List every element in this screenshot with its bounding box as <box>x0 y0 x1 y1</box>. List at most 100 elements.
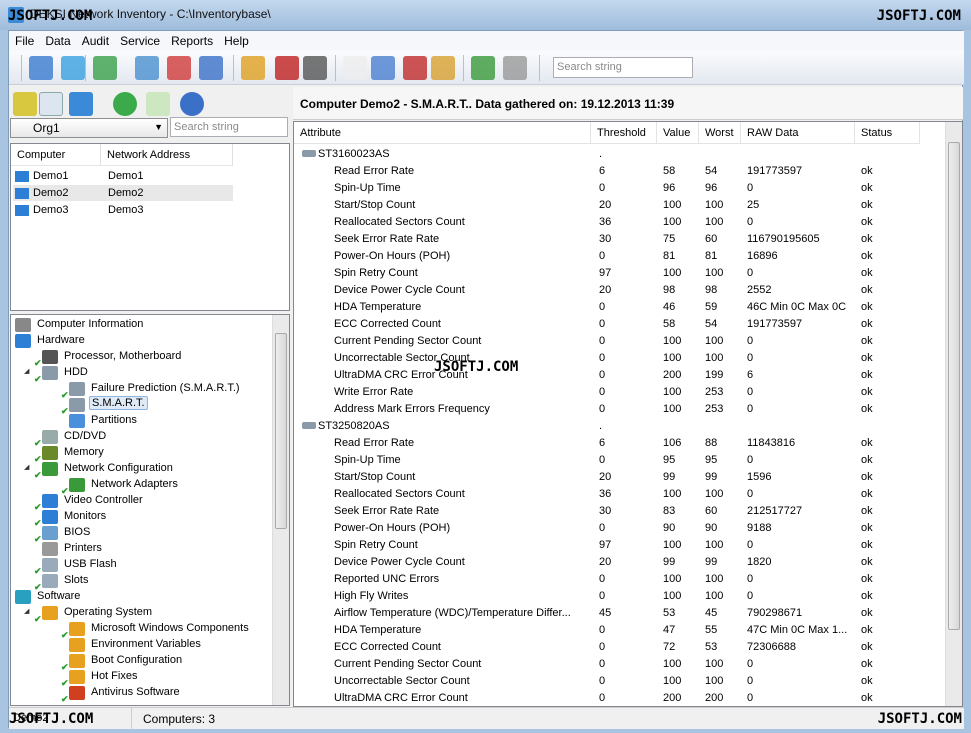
table-row[interactable]: Write Error Rate 0 100 253 0 ok <box>294 384 934 401</box>
expand-arrow-icon[interactable]: ◢ <box>24 367 29 375</box>
table-row[interactable]: Reallocated Sectors Count 36 100 100 0 ok <box>294 214 934 231</box>
table-row[interactable]: Reported UNC Errors 0 100 100 0 ok <box>294 571 934 588</box>
cell-attribute: Start/Stop Count <box>334 471 416 483</box>
scrollbar-thumb[interactable] <box>275 333 287 529</box>
table-row[interactable]: Current Pending Sector Count 0 100 100 0 ok <box>294 333 934 350</box>
table-row[interactable]: Read Error Rate 6 58 54 191773597 ok <box>294 163 934 180</box>
table-row[interactable]: Read Error Rate 6 106 88 11843816 ok <box>294 435 934 452</box>
tree-view-icon[interactable] <box>13 92 37 116</box>
table-row[interactable]: ECC Corrected Count 0 72 53 72306688 ok <box>294 639 934 656</box>
scrollbar-thumb[interactable] <box>948 142 960 630</box>
computer-row[interactable]: Demo3 Demo3 <box>13 202 233 218</box>
help-icon[interactable] <box>180 92 204 116</box>
menu-service[interactable]: Service <box>114 31 165 48</box>
computer-menu-icon[interactable] <box>69 92 93 116</box>
table-row[interactable]: UltraDMA CRC Error Count 0 200 200 0 ok <box>294 690 934 706</box>
disk-group-row[interactable]: ST3160023AS. <box>294 146 934 163</box>
computer-search-input[interactable]: Search string <box>170 117 288 137</box>
report-icon[interactable] <box>431 56 455 80</box>
computer-row[interactable]: Demo1 Demo1 <box>13 168 233 184</box>
computer-row[interactable]: Demo2 Demo2 <box>13 185 233 201</box>
cell-worst: 100 <box>705 675 724 687</box>
watermark: JSOFTJ.COM <box>8 8 93 24</box>
column-header-threshold[interactable]: Threshold <box>591 122 657 144</box>
table-row[interactable]: HDA Temperature 0 46 59 46C Min 0C Max 0C ok <box>294 299 934 316</box>
table-row[interactable]: Device Power Cycle Count 20 98 98 2552 ok <box>294 282 934 299</box>
cell-status: ok <box>861 250 873 262</box>
column-header-raw-data[interactable]: RAW Data <box>741 122 855 144</box>
check-icon: ✔ <box>34 502 42 512</box>
delete-computer-icon[interactable] <box>167 56 191 80</box>
table-row[interactable]: Current Pending Sector Count 0 100 100 0 ok <box>294 656 934 673</box>
cell-worst: 53 <box>705 641 718 653</box>
edit-computer-icon[interactable] <box>135 56 159 80</box>
cell-status: ok <box>861 675 873 687</box>
table-row[interactable]: UltraDMA CRC Error Count 0 200 199 6 ok <box>294 367 934 384</box>
tree-scrollbar[interactable] <box>272 315 289 705</box>
menu-file[interactable]: File <box>9 31 39 48</box>
table-row[interactable]: HDA Temperature 0 47 55 47C Min 0C Max 1... o… <box>294 622 934 639</box>
table-row[interactable]: Power-On Hours (POH) 0 81 81 16896 ok <box>294 248 934 265</box>
table-row[interactable]: Reallocated Sectors Count 36 100 100 0 ok <box>294 486 934 503</box>
settings-icon[interactable] <box>503 56 527 80</box>
column-header-value[interactable]: Value <box>657 122 699 144</box>
tree-item-label: Software <box>37 590 81 602</box>
binoculars-icon[interactable] <box>303 56 327 80</box>
table-row[interactable]: Uncorrectable Sector Count 0 100 100 0 ok <box>294 350 934 367</box>
list-view-icon[interactable] <box>39 92 63 116</box>
import-icon[interactable] <box>29 56 53 80</box>
grid-scrollbar[interactable] <box>945 122 962 706</box>
table-icon[interactable] <box>371 56 395 80</box>
table-row[interactable]: Start/Stop Count 20 99 99 1596 ok <box>294 469 934 486</box>
refresh-icon[interactable] <box>61 56 85 80</box>
users-icon[interactable] <box>471 56 495 80</box>
export-icon[interactable] <box>146 92 170 116</box>
column-header-attribute[interactable]: Attribute <box>294 122 591 144</box>
table-row[interactable]: Seek Error Rate Rate 30 75 60 116790195605 ok <box>294 231 934 248</box>
check-icon: ✔ <box>34 438 42 448</box>
table-row[interactable]: Spin-Up Time 0 95 95 0 ok <box>294 452 934 469</box>
save-icon[interactable] <box>241 56 265 80</box>
add-computer-icon[interactable] <box>93 56 117 80</box>
menu-audit[interactable]: Audit <box>76 31 114 48</box>
organization-select[interactable]: Org1 ▼ <box>10 118 168 138</box>
column-header-status[interactable]: Status <box>855 122 920 144</box>
preview-icon[interactable] <box>343 56 367 80</box>
table-row[interactable]: Start/Stop Count 20 100 100 25 ok <box>294 197 934 214</box>
table-row[interactable]: Spin Retry Count 97 100 100 0 ok <box>294 265 934 282</box>
table-row[interactable]: ECC Corrected Count 0 58 54 191773597 ok <box>294 316 934 333</box>
menu-help[interactable]: Help <box>218 31 254 48</box>
print-icon[interactable] <box>275 56 299 80</box>
table-row[interactable]: Spin-Up Time 0 96 96 0 ok <box>294 180 934 197</box>
cell-status: ok <box>861 284 873 296</box>
disk-group-row[interactable]: ST3250820AS. <box>294 418 934 435</box>
column-header-computer[interactable]: Computer <box>11 144 101 166</box>
cell-status: ok <box>861 658 873 670</box>
watermark: JSOFTJ.COM <box>876 8 961 24</box>
table-row[interactable]: Seek Error Rate Rate 30 83 60 212517727 ok <box>294 503 934 520</box>
table-row[interactable]: Spin Retry Count 97 100 100 0 ok <box>294 537 934 554</box>
expand-arrow-icon[interactable]: ◢ <box>24 607 29 615</box>
column-header-network-address[interactable]: Network Address <box>101 144 233 166</box>
menu-data[interactable]: Data <box>39 31 75 48</box>
expand-arrow-icon[interactable]: ◢ <box>24 463 29 471</box>
cell-attribute: Spin Retry Count <box>334 267 418 279</box>
printer-icon <box>42 542 58 556</box>
table-row[interactable]: Airflow Temperature (WDC)/Temperature Di… <box>294 605 934 622</box>
table-row[interactable]: Address Mark Errors Frequency 0 100 253 0 ok <box>294 401 934 418</box>
cell-status: ok <box>861 386 873 398</box>
column-header-worst[interactable]: Worst <box>699 122 741 144</box>
table-row[interactable]: Device Power Cycle Count 20 99 99 1820 ok <box>294 554 934 571</box>
key-icon[interactable] <box>403 56 427 80</box>
tree-item-label: BIOS <box>64 526 91 538</box>
menu-reports[interactable]: Reports <box>165 31 218 48</box>
table-row[interactable]: High Fly Writes 0 100 100 0 ok <box>294 588 934 605</box>
table-row[interactable]: Power-On Hours (POH) 0 90 90 9188 ok <box>294 520 934 537</box>
network-icon[interactable] <box>199 56 223 80</box>
table-row[interactable]: Uncorrectable Sector Count 0 100 100 0 ok <box>294 673 934 690</box>
refresh-icon[interactable] <box>113 92 137 116</box>
toolbar-search-input[interactable]: Search string <box>553 57 693 78</box>
hardware-icon <box>15 334 31 348</box>
cell-threshold: 36 <box>599 216 612 228</box>
cell-attribute: Current Pending Sector Count <box>334 335 482 347</box>
